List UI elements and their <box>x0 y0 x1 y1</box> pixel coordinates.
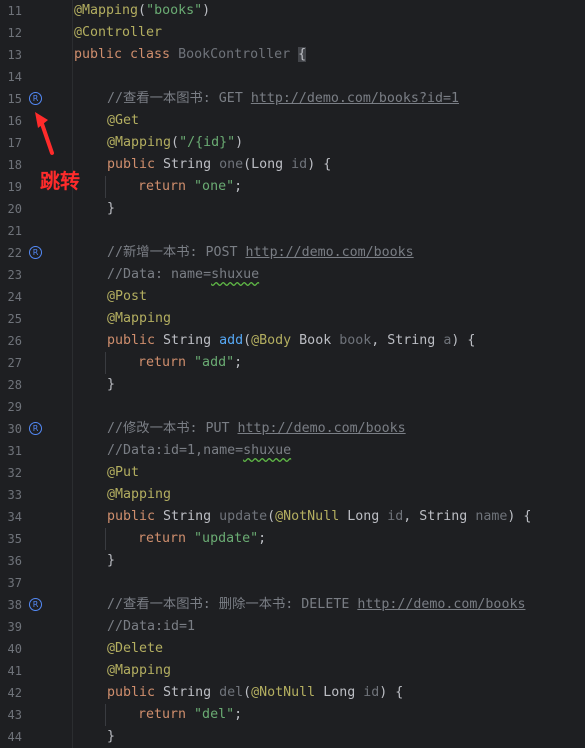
code-line: //修改一本书: PUT http://demo.com/books <box>107 421 406 436</box>
line-number: 29 <box>7 400 22 414</box>
red-arrow-icon <box>35 112 54 155</box>
code-line: @Controller <box>74 25 163 40</box>
code-line: return "del"; <box>138 707 243 722</box>
code-line: //Data:id=1 <box>107 619 196 634</box>
code-line: public String update(@NotNull Long id, S… <box>107 509 532 524</box>
code-line: @Mapping <box>107 311 172 326</box>
code-line: return "one"; <box>138 179 243 194</box>
code-line: @Get <box>107 113 140 128</box>
url-link[interactable]: http://demo.com/books <box>246 245 414 260</box>
code-line: @Post <box>107 289 148 304</box>
line-number: 21 <box>7 224 22 238</box>
code-line: @Delete <box>107 641 164 656</box>
code-line: } <box>107 201 116 216</box>
code-line: //新增一本书: POST http://demo.com/books <box>107 245 414 260</box>
code-line: public class BookController { <box>74 47 307 62</box>
line-number: 14 <box>7 70 22 84</box>
code-line: //查看一本图书: GET http://demo.com/books?id=1 <box>107 91 459 106</box>
code-line: return "update"; <box>138 531 267 546</box>
code-line: //Data:id=1,name=shuxue <box>107 443 292 458</box>
code-line: //Data: name=shuxue <box>107 267 260 282</box>
code-line: public String add(@Body Book book, Strin… <box>107 333 476 348</box>
code-line: return "add"; <box>138 355 243 370</box>
url-link[interactable]: http://demo.com/books?id=1 <box>251 91 459 106</box>
code-line: @Mapping("/{id}") <box>107 135 244 150</box>
url-link[interactable]: http://demo.com/books <box>238 421 406 436</box>
code-line: } <box>107 729 116 744</box>
code-line: @Mapping <box>107 487 172 502</box>
code-line: } <box>107 553 116 568</box>
code-line: @Mapping("books") <box>74 3 211 18</box>
code-line: public String one(Long id) { <box>107 157 332 172</box>
code-editor[interactable]: 11 12 13 14 15 16 17 18 19 20 21 22 23 2… <box>0 0 585 748</box>
line-number: 37 <box>7 576 22 590</box>
jump-annotation-label: 跳转 <box>40 169 80 193</box>
code-line: public String del(@NotNull Long id) { <box>107 685 404 700</box>
code-line: @Mapping <box>107 663 172 678</box>
code-line: @Put <box>107 465 140 480</box>
code-line: //查看一本图书: 删除一本书: DELETE http://demo.com/… <box>107 597 526 612</box>
url-link[interactable]: http://demo.com/books <box>357 597 525 612</box>
code-line: } <box>107 377 116 392</box>
